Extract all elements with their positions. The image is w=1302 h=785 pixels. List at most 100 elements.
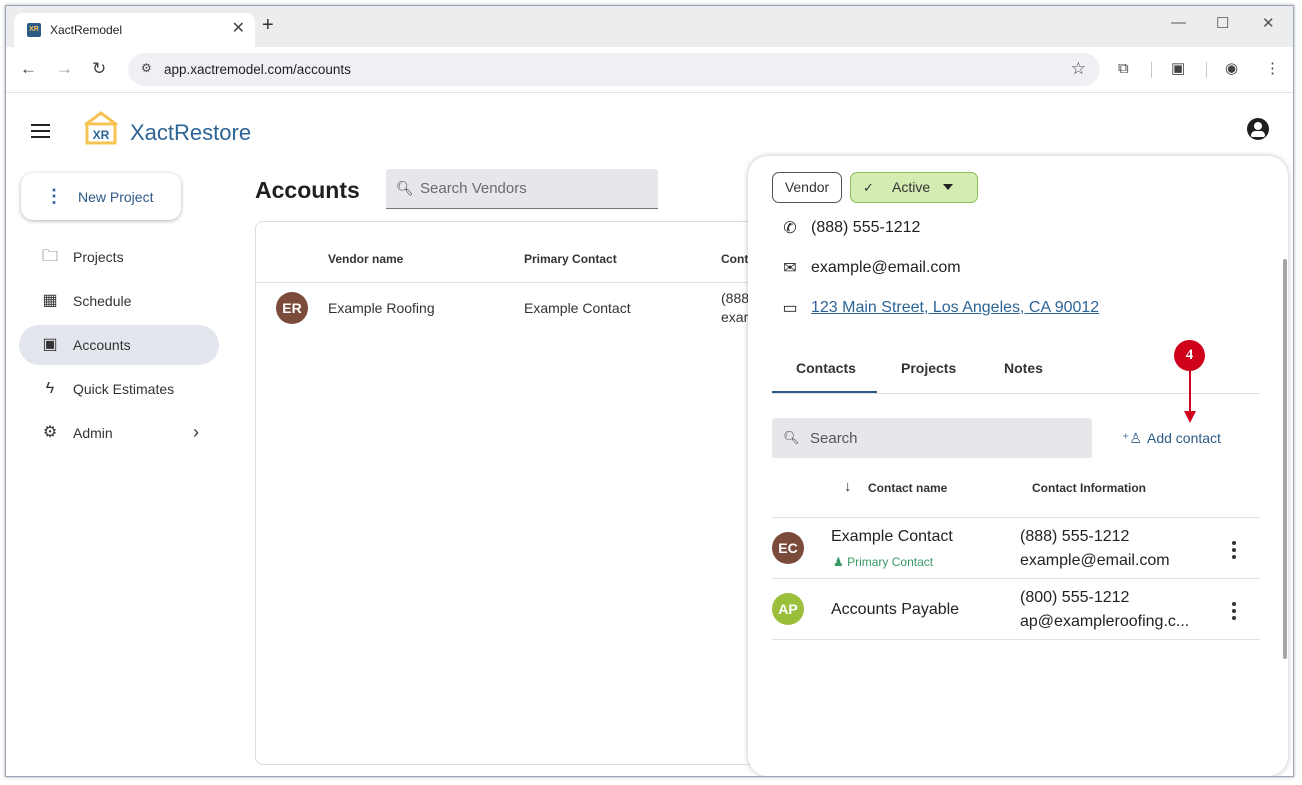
toolbar-divider (1151, 62, 1152, 78)
browser-tab[interactable]: XR XactRemodel ✕ (14, 13, 255, 47)
tab-search-icon[interactable]: ▣ (1171, 59, 1185, 79)
toolbar-divider (1206, 62, 1207, 78)
tab-projects[interactable]: Projects (901, 360, 956, 376)
primary-contact-label: Primary Contact (847, 555, 934, 569)
close-tab-icon[interactable]: ✕ (232, 20, 245, 38)
sidebar-item-schedule[interactable]: ▦ Schedule (19, 281, 219, 321)
avatar: AP (772, 593, 804, 625)
check-icon: ✓ (863, 180, 874, 195)
step-callout-badge: 4 (1174, 340, 1205, 371)
url-text: app.xactremodel.com/accounts (164, 62, 351, 77)
column-header-primary-contact[interactable]: Primary Contact (524, 252, 617, 266)
contact-card-icon: ▣ (42, 336, 58, 353)
contact-email: example@email.com (1020, 552, 1170, 569)
tab-notes[interactable]: Notes (1004, 360, 1043, 376)
favicon-icon: XR (27, 23, 41, 37)
column-header-contact-information[interactable]: Contact Information (1032, 481, 1146, 495)
folder-icon: 🗀 (41, 248, 58, 265)
browser-toolbar: ← → ↻ ⚙ app.xactremodel.com/accounts ☆ ⧉… (6, 47, 1293, 93)
browser-window: XR XactRemodel ✕ + — ☐ ✕ ← → ↻ ⚙ app.xac… (5, 5, 1294, 777)
vendor-address-link[interactable]: 123 Main Street, Los Angeles, CA 90012 (811, 299, 1099, 317)
logo-text: XR (93, 128, 110, 142)
vendor-detail-drawer: Vendor ✓ Active ✆ (888) 555-1212 ✉ examp… (748, 156, 1288, 776)
column-header-vendor-name[interactable]: Vendor name (328, 252, 403, 266)
maximize-icon[interactable]: ☐ (1216, 14, 1229, 32)
back-icon[interactable]: ← (20, 59, 37, 79)
forward-icon[interactable]: → (56, 59, 73, 79)
column-header-contact[interactable]: Cont (721, 252, 748, 266)
status-dropdown[interactable]: ✓ Active (850, 172, 978, 203)
more-vertical-icon: ⋮ (45, 186, 63, 206)
account-circle-icon[interactable] (1247, 118, 1269, 140)
hamburger-menu-icon[interactable] (31, 124, 50, 142)
more-vertical-icon[interactable] (1232, 602, 1238, 623)
profile-icon[interactable]: ◉ (1225, 59, 1238, 79)
brand-name: XactRestore (130, 120, 252, 145)
person-add-icon: ⁺♙ (1122, 430, 1142, 446)
more-vertical-icon[interactable] (1232, 541, 1238, 562)
active-tab-indicator (772, 391, 877, 393)
chevron-right-icon: › (193, 422, 199, 442)
contact-info-cell-line1: (888 (721, 290, 750, 306)
new-project-button[interactable]: ⋮ New Project (21, 173, 181, 220)
contact-search-placeholder: Search (810, 430, 858, 447)
sidebar-item-quick-estimates[interactable]: ϟ Quick Estimates (19, 369, 219, 409)
minimize-icon[interactable]: — (1171, 14, 1186, 31)
calendar-icon: ▦ (42, 292, 58, 309)
gear-icon: ⚙ (42, 424, 58, 441)
row-divider (772, 578, 1260, 579)
sidebar-item-label: Schedule (73, 293, 132, 309)
contact-email: ap@exampleroofing.c... (1020, 613, 1190, 630)
contact-search-input[interactable]: 🔍︎ Search (772, 418, 1092, 458)
logo-icon: XR (84, 111, 118, 145)
browser-menu-icon[interactable]: ⋮ (1265, 59, 1280, 79)
person-icon: ♟ (833, 555, 848, 569)
site-settings-icon[interactable]: ⚙ (141, 61, 152, 75)
vendor-search-input[interactable]: 🔍︎ Search Vendors (386, 169, 658, 209)
callout-arrow-head (1184, 411, 1196, 423)
page-title: Accounts (255, 177, 360, 203)
bookmark-star-icon[interactable]: ☆ (1071, 59, 1086, 79)
add-contact-label: Add contact (1147, 430, 1221, 446)
avatar: EC (772, 532, 804, 564)
avatar: ER (276, 292, 308, 324)
column-header-contact-name[interactable]: Contact name (868, 481, 947, 495)
sort-arrow-down-icon[interactable]: ↓ (844, 478, 852, 495)
sidebar-item-accounts[interactable]: ▣ Accounts (19, 325, 219, 365)
phone-icon: ✆ (783, 220, 797, 237)
sidebar-item-label: Quick Estimates (73, 381, 175, 397)
new-project-label: New Project (78, 189, 154, 205)
contact-name: Example Contact (831, 528, 953, 545)
new-tab-button[interactable]: + (262, 15, 274, 35)
close-window-icon[interactable]: ✕ (1262, 14, 1275, 32)
drawer-scrollbar[interactable] (1283, 259, 1287, 659)
app-header: XR XactRestore (6, 94, 1293, 164)
sidebar-item-admin[interactable]: ⚙ Admin › (19, 413, 219, 453)
tab-strip: XR XactRemodel ✕ + — ☐ ✕ (6, 6, 1293, 47)
search-icon: 🔍︎ (783, 430, 800, 445)
tab-contacts[interactable]: Contacts (796, 360, 856, 376)
sidebar-item-label: Accounts (73, 337, 131, 353)
lightning-icon: ϟ (45, 380, 55, 397)
vendor-phone: (888) 555-1212 (811, 219, 921, 236)
contact-name: Accounts Payable (831, 601, 960, 618)
email-icon: ✉ (783, 260, 797, 277)
contact-phone: (888) 555-1212 (1020, 528, 1130, 545)
contact-phone: (800) 555-1212 (1020, 589, 1130, 606)
accounts-table: Vendor name Primary Contact Cont ER Exam… (255, 221, 775, 765)
extensions-icon[interactable]: ⧉ (1118, 59, 1129, 79)
address-bar[interactable]: ⚙ app.xactremodel.com/accounts ☆ (128, 53, 1100, 86)
vendor-search-placeholder: Search Vendors (420, 180, 527, 197)
tab-title: XactRemodel (50, 23, 123, 37)
credit-card-icon: ▭ (782, 300, 798, 317)
reload-icon[interactable]: ↻ (92, 59, 106, 79)
vendor-name-cell: Example Roofing (328, 300, 435, 316)
sidebar-item-projects[interactable]: 🗀 Projects (19, 237, 219, 277)
vendor-email: example@email.com (811, 259, 961, 276)
search-icon: 🔍︎ (396, 180, 414, 196)
sidebar-item-label: Projects (73, 249, 124, 265)
status-label: Active (892, 179, 931, 195)
primary-contact-cell: Example Contact (524, 300, 631, 316)
vendor-type-chip[interactable]: Vendor (772, 172, 842, 203)
contact-info-cell-line2: exar (721, 309, 749, 325)
